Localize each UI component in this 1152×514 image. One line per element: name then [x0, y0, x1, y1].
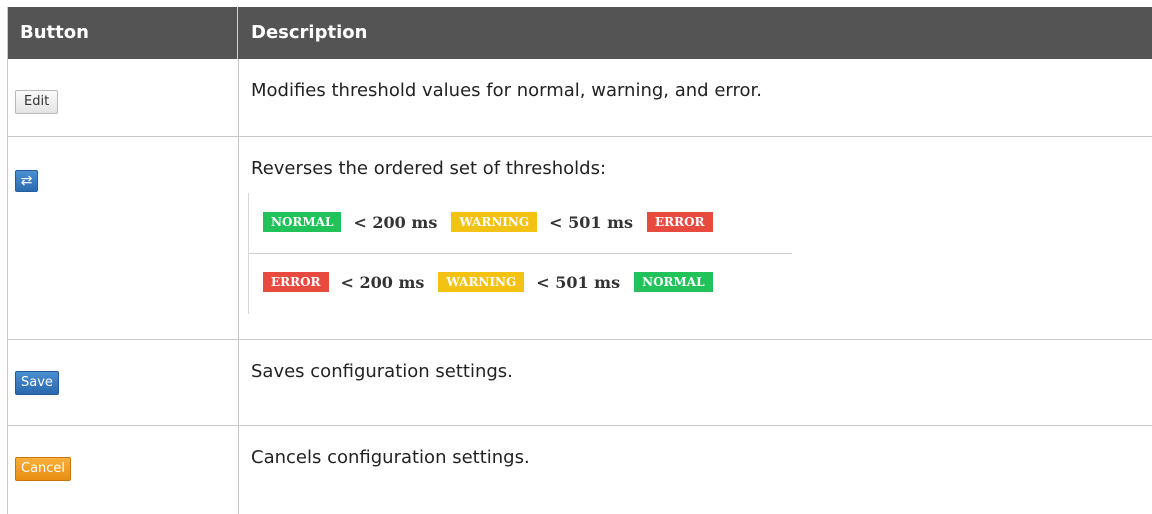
threshold-line-error-first: ERROR < 200 ms WARNING < 501 ms NORMAL	[263, 271, 713, 293]
threshold-501: < 501 ms	[536, 272, 621, 292]
warning-badge: WARNING	[451, 212, 538, 232]
table-row-save: Save Saves configuration settings.	[8, 340, 1152, 426]
header-description: Description	[251, 22, 368, 43]
warning-badge: WARNING	[438, 272, 525, 292]
table-row-edit: Edit Modifies threshold values for norma…	[8, 59, 1152, 137]
swap-arrows-icon[interactable]: ⇄	[15, 170, 38, 192]
cancel-description: Cancels configuration settings.	[251, 447, 530, 468]
table-row-cancel: Cancel Cancels configuration settings.	[8, 426, 1152, 514]
threshold-illustration: NORMAL < 200 ms WARNING < 501 ms ERROR E…	[248, 193, 794, 314]
column-divider	[238, 59, 239, 136]
threshold-200: < 200 ms	[353, 212, 438, 232]
edit-button[interactable]: Edit	[15, 90, 59, 114]
normal-badge: NORMAL	[263, 212, 342, 232]
cancel-button[interactable]: Cancel	[15, 457, 72, 481]
threshold-200: < 200 ms	[340, 272, 425, 292]
illustration-separator	[249, 253, 792, 254]
table-header: Button Description	[8, 7, 1152, 59]
table-row-reverse: ⇄ Reverses the ordered set of thresholds…	[8, 137, 1152, 340]
column-divider	[238, 137, 239, 339]
button-reference-table: Button Description Edit Modifies thresho…	[7, 7, 1152, 514]
header-button: Button	[8, 7, 238, 59]
column-divider	[238, 340, 239, 425]
edit-description: Modifies threshold values for normal, wa…	[251, 80, 762, 101]
save-description: Saves configuration settings.	[251, 361, 513, 382]
threshold-501: < 501 ms	[549, 212, 634, 232]
threshold-line-normal-first: NORMAL < 200 ms WARNING < 501 ms ERROR	[263, 211, 713, 233]
save-button[interactable]: Save	[15, 371, 59, 395]
normal-badge: NORMAL	[634, 272, 713, 292]
reverse-description: Reverses the ordered set of thresholds:	[251, 158, 607, 179]
error-badge: ERROR	[647, 212, 713, 232]
error-badge: ERROR	[263, 272, 329, 292]
column-divider	[238, 426, 239, 514]
